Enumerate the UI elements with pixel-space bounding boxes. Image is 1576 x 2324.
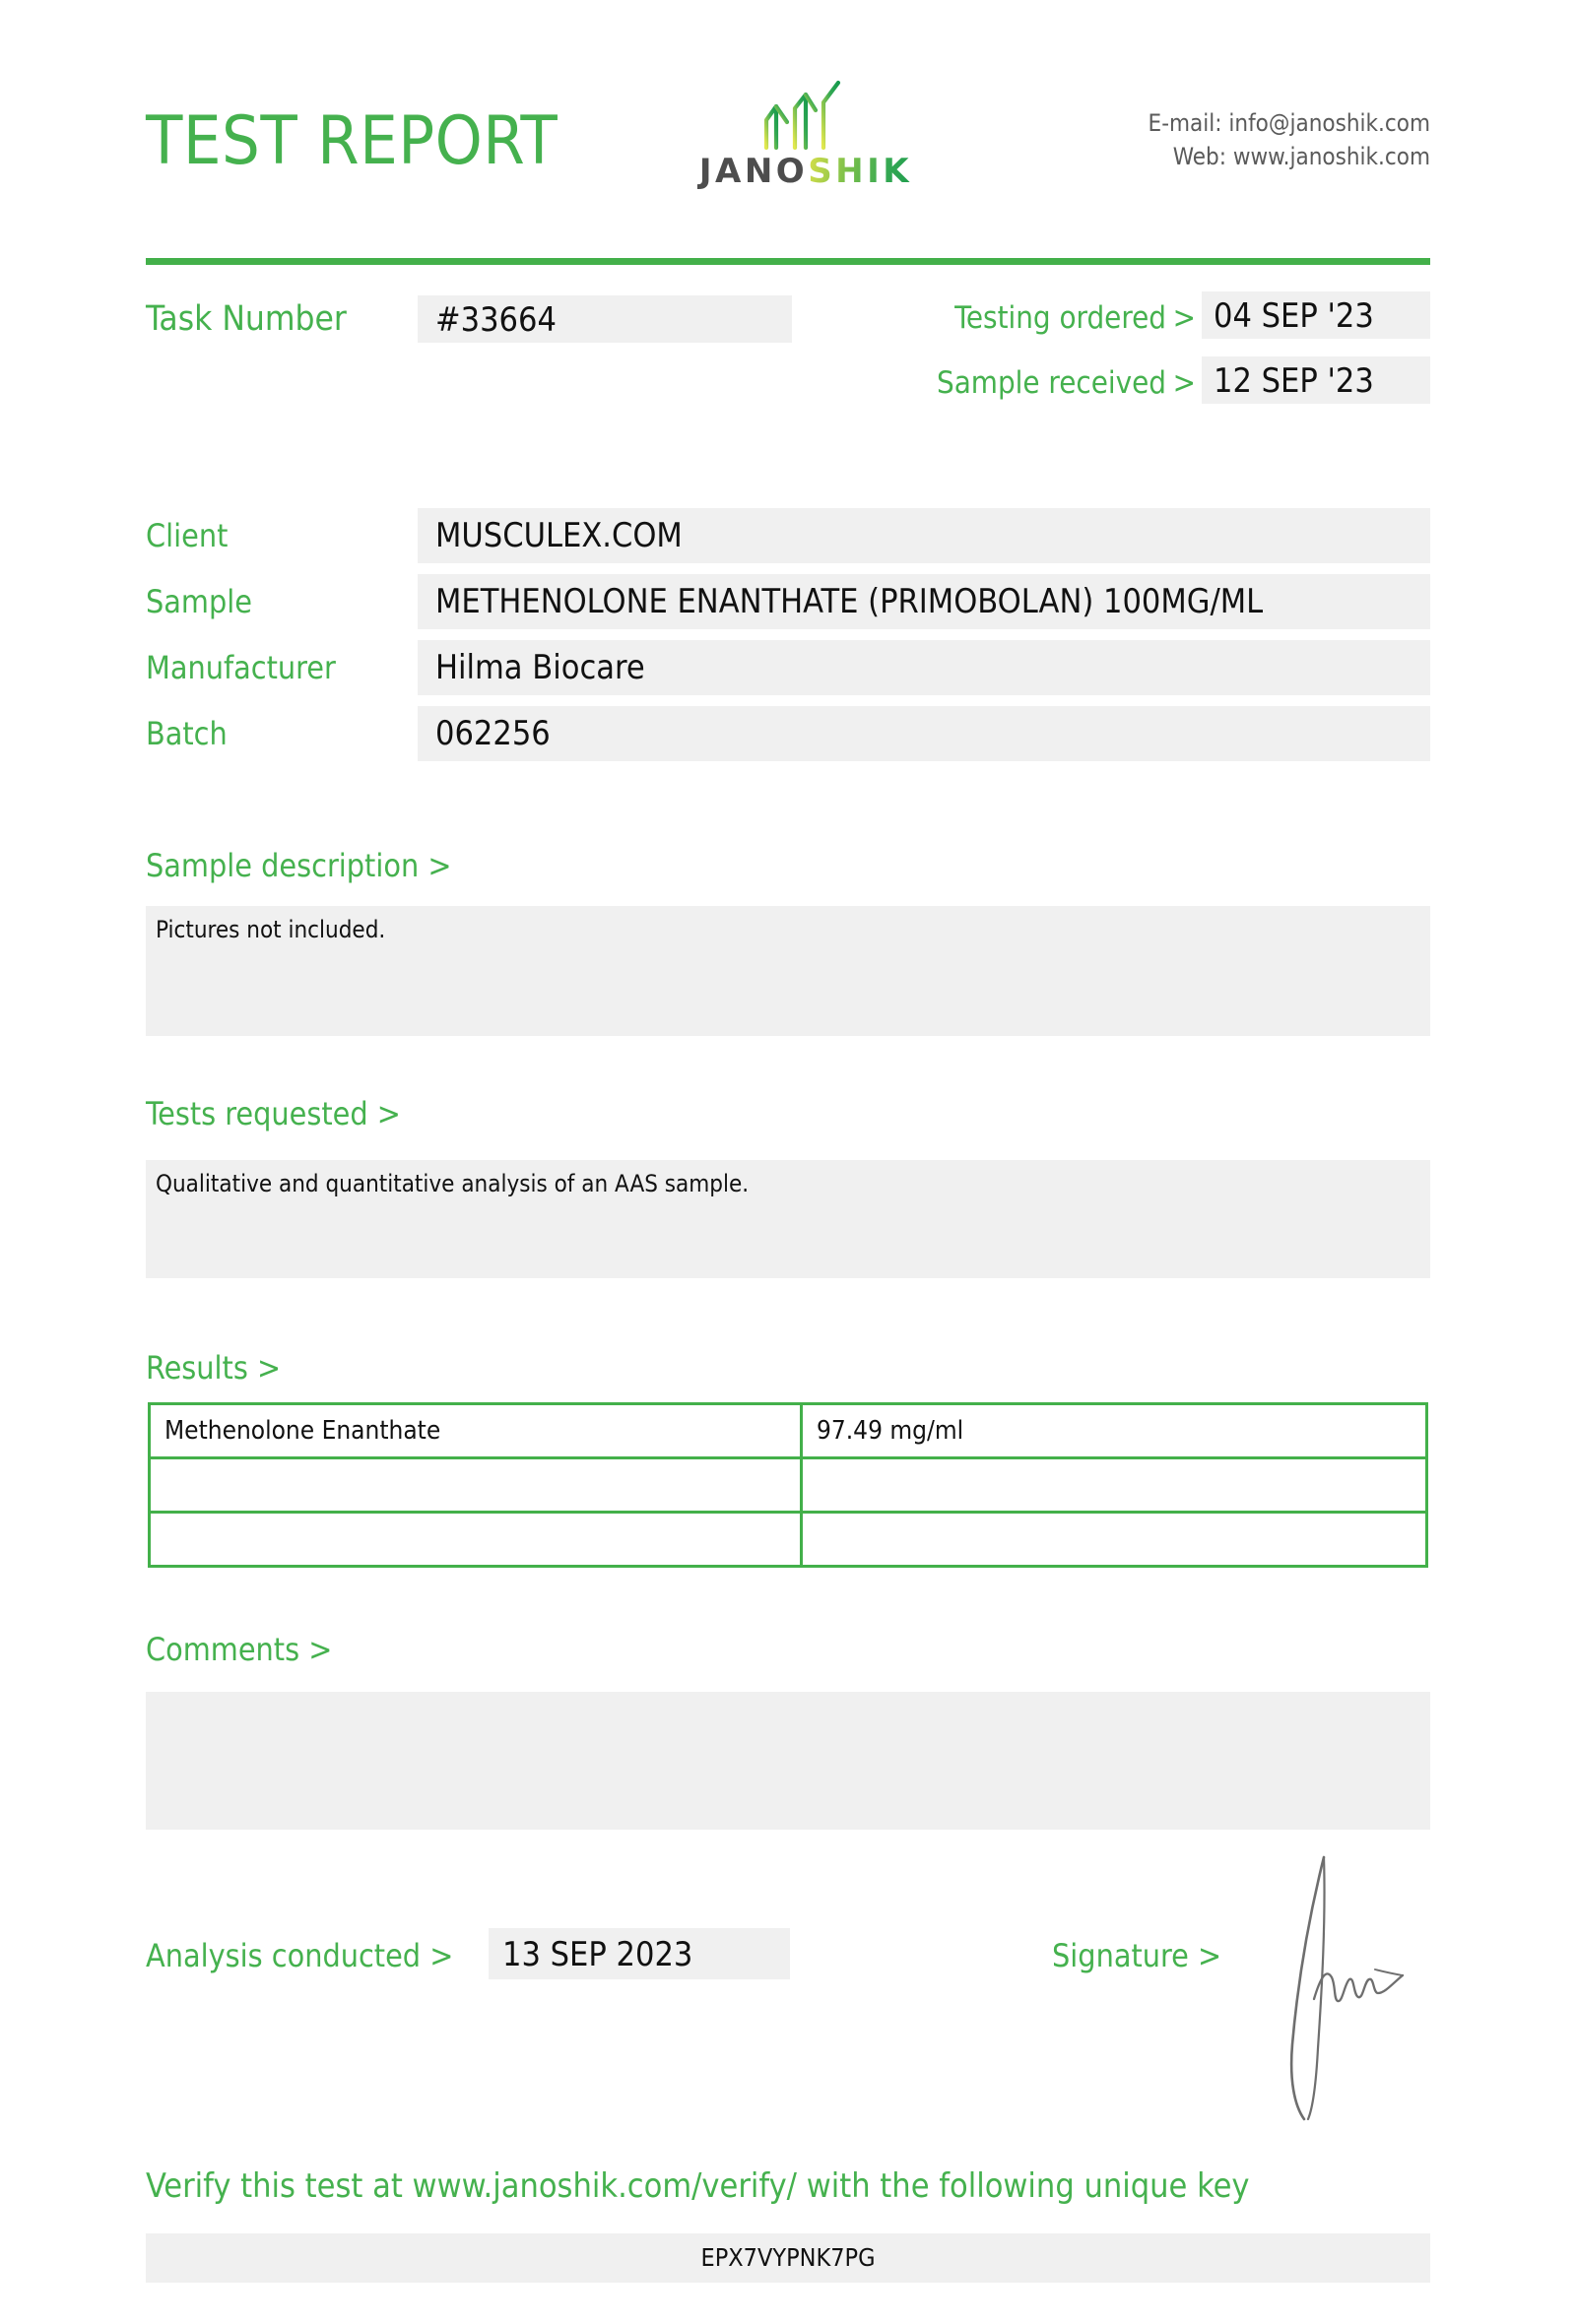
result-name-cell bbox=[148, 1511, 803, 1568]
task-number-value-box: #33664 bbox=[418, 295, 792, 343]
field-row-manufacturer: Manufacturer Hilma Biocare bbox=[146, 640, 1430, 706]
sample-info-fields: Client MUSCULEX.COM Sample METHENOLONE E… bbox=[146, 508, 1430, 772]
table-row bbox=[148, 1456, 1428, 1514]
test-report-page: TEST REPORT JANOSHIK E-mail: info@janosh… bbox=[0, 0, 1576, 2324]
table-row bbox=[148, 1511, 1428, 1568]
page-title: TEST REPORT bbox=[146, 102, 558, 180]
testing-ordered-row: Testing ordered > 04 SEP '23 bbox=[879, 291, 1430, 356]
testing-ordered-chevron: > bbox=[1172, 300, 1196, 336]
testing-ordered-value: 04 SEP '23 bbox=[1214, 296, 1374, 336]
dates-block: Testing ordered > 04 SEP '23 Sample rece… bbox=[879, 291, 1430, 421]
sample-description-panel: Pictures not included. bbox=[146, 906, 1430, 1036]
comments-panel bbox=[146, 1692, 1430, 1830]
sample-received-label: Sample received bbox=[936, 365, 1166, 401]
ascending-peaks-icon bbox=[763, 80, 840, 150]
sample-description-heading: Sample description > bbox=[146, 847, 452, 884]
batch-label: Batch bbox=[146, 715, 228, 752]
batch-value: 062256 bbox=[435, 714, 551, 753]
header-divider bbox=[146, 258, 1430, 265]
sample-label: Sample bbox=[146, 583, 252, 620]
result-name-cell: Methenolone Enanthate bbox=[148, 1402, 803, 1459]
task-and-dates-row: Task Number #33664 Testing ordered > 04 … bbox=[146, 291, 1430, 414]
sample-value-box: METHENOLONE ENANTHATE (PRIMOBOLAN) 100MG… bbox=[418, 574, 1430, 629]
sample-description-text: Pictures not included. bbox=[156, 916, 386, 943]
result-value-cell bbox=[800, 1456, 1428, 1514]
analysis-conducted-value-box: 13 SEP 2023 bbox=[489, 1928, 790, 1979]
verify-instruction: Verify this test at www.janoshik.com/ver… bbox=[146, 2166, 1250, 2206]
signature-label: Signature > bbox=[1052, 1937, 1222, 1974]
manufacturer-value-box: Hilma Biocare bbox=[418, 640, 1430, 695]
handwritten-signature bbox=[1289, 1855, 1405, 2121]
contact-email: E-mail: info@janoshik.com bbox=[1148, 109, 1430, 137]
comments-heading: Comments > bbox=[146, 1631, 333, 1668]
unique-key-value: EPX7VYPNK7PG bbox=[700, 2243, 876, 2272]
task-number-value: #33664 bbox=[435, 300, 557, 340]
sample-received-row: Sample received > 12 SEP '23 bbox=[879, 356, 1430, 421]
testing-ordered-value-box: 04 SEP '23 bbox=[1202, 291, 1430, 339]
sample-received-value: 12 SEP '23 bbox=[1214, 361, 1374, 401]
result-name-cell bbox=[148, 1456, 803, 1514]
contact-web: Web: www.janoshik.com bbox=[1172, 143, 1430, 170]
unique-key-box: EPX7VYPNK7PG bbox=[146, 2233, 1430, 2283]
results-table: Methenolone Enanthate 97.49 mg/ml bbox=[148, 1402, 1428, 1568]
task-number-label: Task Number bbox=[146, 299, 347, 339]
logo-word-jano: JANO bbox=[698, 152, 809, 191]
table-row: Methenolone Enanthate 97.49 mg/ml bbox=[148, 1402, 1428, 1459]
sample-value: METHENOLONE ENANTHATE (PRIMOBOLAN) 100MG… bbox=[435, 582, 1264, 621]
sample-received-chevron: > bbox=[1172, 365, 1196, 401]
client-value-box: MUSCULEX.COM bbox=[418, 508, 1430, 563]
field-row-client: Client MUSCULEX.COM bbox=[146, 508, 1430, 574]
field-row-sample: Sample METHENOLONE ENANTHATE (PRIMOBOLAN… bbox=[146, 574, 1430, 640]
results-heading: Results > bbox=[146, 1349, 282, 1387]
result-value-cell bbox=[800, 1511, 1428, 1568]
result-value-cell: 97.49 mg/ml bbox=[800, 1402, 1428, 1459]
tests-requested-panel: Qualitative and quantitative analysis of… bbox=[146, 1160, 1430, 1278]
tests-requested-heading: Tests requested > bbox=[146, 1095, 401, 1132]
batch-value-box: 062256 bbox=[418, 706, 1430, 761]
analysis-conducted-label: Analysis conducted > bbox=[146, 1937, 454, 1974]
client-label: Client bbox=[146, 517, 229, 554]
client-value: MUSCULEX.COM bbox=[435, 516, 683, 555]
tests-requested-text: Qualitative and quantitative analysis of… bbox=[156, 1170, 750, 1197]
testing-ordered-label: Testing ordered bbox=[954, 300, 1166, 336]
sample-received-value-box: 12 SEP '23 bbox=[1202, 356, 1430, 404]
analysis-conducted-value: 13 SEP 2023 bbox=[502, 1935, 693, 1974]
logo-wordmark: JANOSHIK bbox=[692, 154, 919, 189]
field-row-batch: Batch 062256 bbox=[146, 706, 1430, 772]
contact-info: E-mail: info@janoshik.com Web: www.janos… bbox=[1149, 106, 1430, 173]
janoshik-logo: JANOSHIK bbox=[692, 69, 919, 207]
logo-word-shik: SHIK bbox=[808, 152, 913, 191]
manufacturer-label: Manufacturer bbox=[146, 649, 336, 686]
manufacturer-value: Hilma Biocare bbox=[435, 648, 645, 687]
report-header: TEST REPORT JANOSHIK E-mail: info@janosh… bbox=[146, 69, 1430, 226]
